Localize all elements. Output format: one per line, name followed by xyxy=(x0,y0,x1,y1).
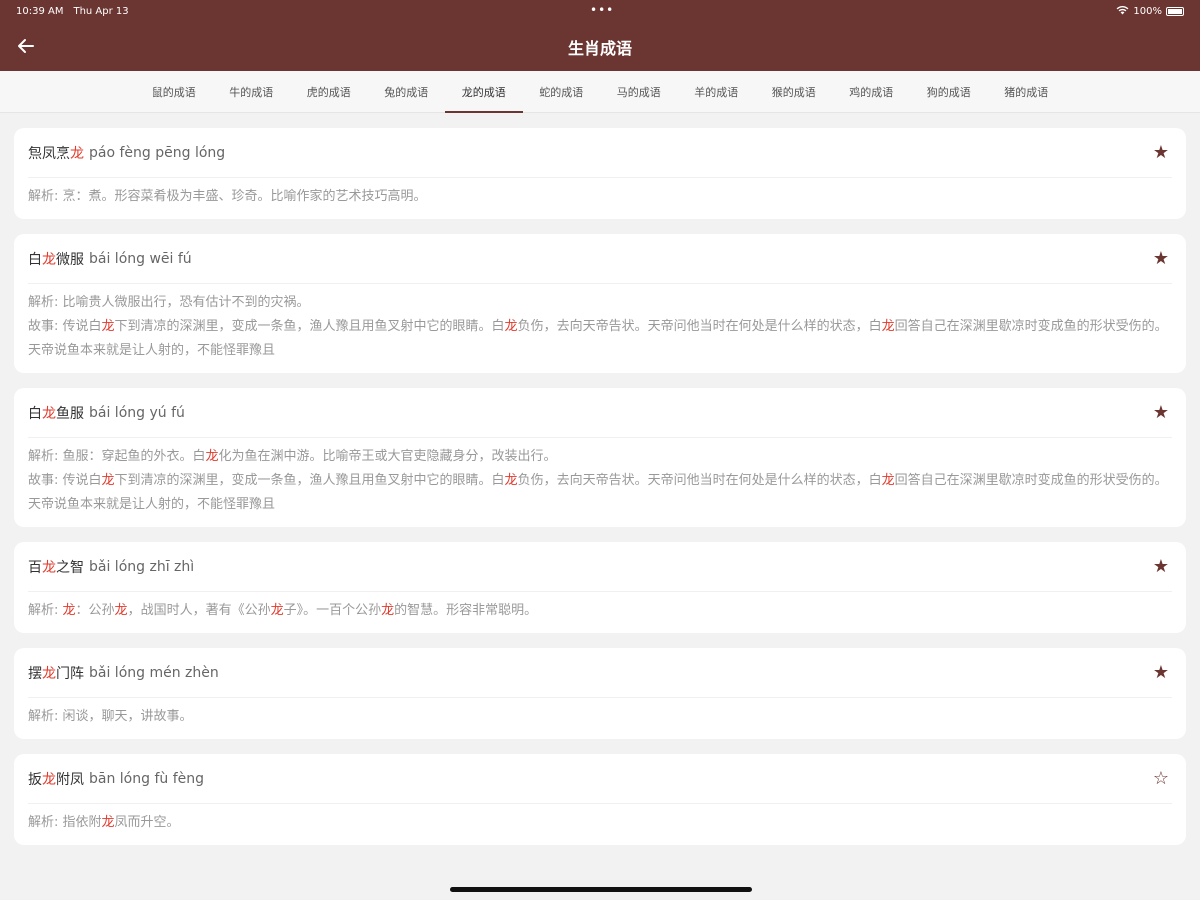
tab-8[interactable]: 猴的成语 xyxy=(755,71,833,113)
idiom-explanation: 解析: 闲谈，聊天，讲故事。 xyxy=(28,709,193,724)
idiom-pinyin: bái lóng wēi fú xyxy=(89,250,192,267)
wifi-icon xyxy=(1116,5,1129,18)
status-right: 100% xyxy=(1116,5,1184,18)
idiom-explanation: 解析: 龙：公孙龙，战国时人，著有《公孙龙子》。一百个公孙龙的智慧。形容非常聪明… xyxy=(28,603,538,618)
idiom-text: 摆龙门阵 xyxy=(28,665,84,682)
tab-6[interactable]: 马的成语 xyxy=(600,71,678,113)
page-title: 生肖成语 xyxy=(567,38,632,58)
tab-1[interactable]: 牛的成语 xyxy=(213,71,291,113)
idiom-pinyin: bǎi lóng mén zhèn xyxy=(89,664,219,681)
tab-10[interactable]: 狗的成语 xyxy=(910,71,988,113)
idiom-card[interactable]: 百龙之智 bǎi lóng zhī zhì ★ 解析: 龙：公孙龙，战国时人，著有《公… xyxy=(14,542,1186,633)
idiom-pinyin: bǎi lóng zhī zhì xyxy=(89,558,195,575)
tab-9[interactable]: 鸡的成语 xyxy=(833,71,911,113)
idiom-explanation: 解析: 鱼服：穿起鱼的外衣。白龙化为鱼在渊中游。比喻帝王或大官吏隐藏身分，改装出… xyxy=(28,449,557,464)
status-bar: 10:39 AM Thu Apr 13 ••• 100% xyxy=(0,0,1200,22)
zodiac-tabs: 鼠的成语 牛的成语 虎的成语 兔的成语 龙的成语 蛇的成语 马的成语 羊的成语 猴的成语 鸡的成语… xyxy=(0,71,1200,113)
idiom-list[interactable]: 炰凤烹龙 páo fèng pēng lóng ★ 解析: 烹：煮。形容菜肴极为丰盛、… xyxy=(0,113,1200,900)
idiom-card[interactable]: 白龙鱼服 bái lóng yú fú ★ 解析: 鱼服：穿起鱼的外衣。白龙化为鱼在渊… xyxy=(14,388,1186,527)
star-filled-icon[interactable]: ★ xyxy=(1150,142,1172,163)
tab-2[interactable]: 虎的成语 xyxy=(290,71,368,113)
idiom-card-body: 解析: 鱼服：穿起鱼的外衣。白龙化为鱼在渊中游。比喻帝王或大官吏隐藏身分，改装出… xyxy=(28,438,1172,527)
home-indicator[interactable] xyxy=(450,887,752,892)
idiom-card-header: 扳龙附凤 bān lóng fù fèng ☆ xyxy=(28,754,1172,804)
battery-icon xyxy=(1166,6,1184,16)
idiom-text: 白龙鱼服 xyxy=(28,405,84,422)
star-filled-icon[interactable]: ★ xyxy=(1150,556,1172,577)
tab-0[interactable]: 鼠的成语 xyxy=(135,71,213,113)
idiom-card-body: 解析: 比喻贵人微服出行，恐有估计不到的灾祸。故事: 传说白龙下到清凉的深渊里，… xyxy=(28,284,1172,373)
idiom-text: 炰凤烹龙 xyxy=(28,145,84,162)
status-date: Thu Apr 13 xyxy=(73,5,129,17)
star-filled-icon[interactable]: ★ xyxy=(1150,402,1172,423)
idiom-card-header: 百龙之智 bǎi lóng zhī zhì ★ xyxy=(28,542,1172,592)
idiom-explanation: 解析: 指依附龙凤而升空。 xyxy=(28,815,180,830)
idiom-card[interactable]: 摆龙门阵 bǎi lóng mén zhèn ★ 解析: 闲谈，聊天，讲故事。 xyxy=(14,648,1186,739)
idiom-card-header: 白龙微服 bái lóng wēi fú ★ xyxy=(28,234,1172,284)
idiom-card-header: 白龙鱼服 bái lóng yú fú ★ xyxy=(28,388,1172,438)
idiom-card-header: 摆龙门阵 bǎi lóng mén zhèn ★ xyxy=(28,648,1172,698)
idiom-text: 百龙之智 xyxy=(28,559,84,576)
nav-bar: 生肖成语 xyxy=(0,22,1200,71)
idiom-card-body: 解析: 指依附龙凤而升空。 xyxy=(28,804,1172,845)
idiom-pinyin: bái lóng yú fú xyxy=(89,404,185,421)
idiom-text: 白龙微服 xyxy=(28,251,84,268)
idiom-explanation: 解析: 烹：煮。形容菜肴极为丰盛、珍奇。比喻作家的艺术技巧高明。 xyxy=(28,189,427,204)
idiom-pinyin: páo fèng pēng lóng xyxy=(89,144,226,161)
battery-percent: 100% xyxy=(1133,5,1162,17)
idiom-card-header: 炰凤烹龙 páo fèng pēng lóng ★ xyxy=(28,128,1172,178)
status-time: 10:39 AM xyxy=(16,5,64,17)
idiom-card-body: 解析: 闲谈，聊天，讲故事。 xyxy=(28,698,1172,739)
idiom-card[interactable]: 白龙微服 bái lóng wēi fú ★ 解析: 比喻贵人微服出行，恐有估计不到的… xyxy=(14,234,1186,373)
idiom-card[interactable]: 扳龙附凤 bān lóng fù fèng ☆ 解析: 指依附龙凤而升空。 xyxy=(14,754,1186,845)
idiom-card-body: 解析: 龙：公孙龙，战国时人，著有《公孙龙子》。一百个公孙龙的智慧。形容非常聪明… xyxy=(28,592,1172,633)
idiom-story: 故事: 传说白龙下到清凉的深渊里，变成一条鱼，渔人豫且用鱼叉射中它的眼睛。白龙负… xyxy=(28,319,1168,358)
idiom-story: 故事: 传说白龙下到清凉的深渊里，变成一条鱼，渔人豫且用鱼叉射中它的眼睛。白龙负… xyxy=(28,473,1168,512)
idiom-text: 扳龙附凤 xyxy=(28,771,84,788)
tab-5[interactable]: 蛇的成语 xyxy=(523,71,601,113)
idiom-pinyin: bān lóng fù fèng xyxy=(89,770,205,787)
arrow-left-icon[interactable] xyxy=(14,34,38,58)
star-filled-icon[interactable]: ★ xyxy=(1150,248,1172,269)
tab-7[interactable]: 羊的成语 xyxy=(678,71,756,113)
multitasking-dots-icon[interactable]: ••• xyxy=(590,3,614,17)
idiom-explanation: 解析: 比喻贵人微服出行，恐有估计不到的灾祸。 xyxy=(28,295,310,310)
star-filled-icon[interactable]: ★ xyxy=(1150,662,1172,683)
idiom-card[interactable]: 炰凤烹龙 páo fèng pēng lóng ★ 解析: 烹：煮。形容菜肴极为丰盛、… xyxy=(14,128,1186,219)
idiom-card-body: 解析: 烹：煮。形容菜肴极为丰盛、珍奇。比喻作家的艺术技巧高明。 xyxy=(28,178,1172,219)
tab-4[interactable]: 龙的成语 xyxy=(445,71,523,113)
tab-11[interactable]: 猪的成语 xyxy=(988,71,1066,113)
tab-3[interactable]: 兔的成语 xyxy=(368,71,446,113)
star-outline-icon[interactable]: ☆ xyxy=(1150,768,1172,789)
